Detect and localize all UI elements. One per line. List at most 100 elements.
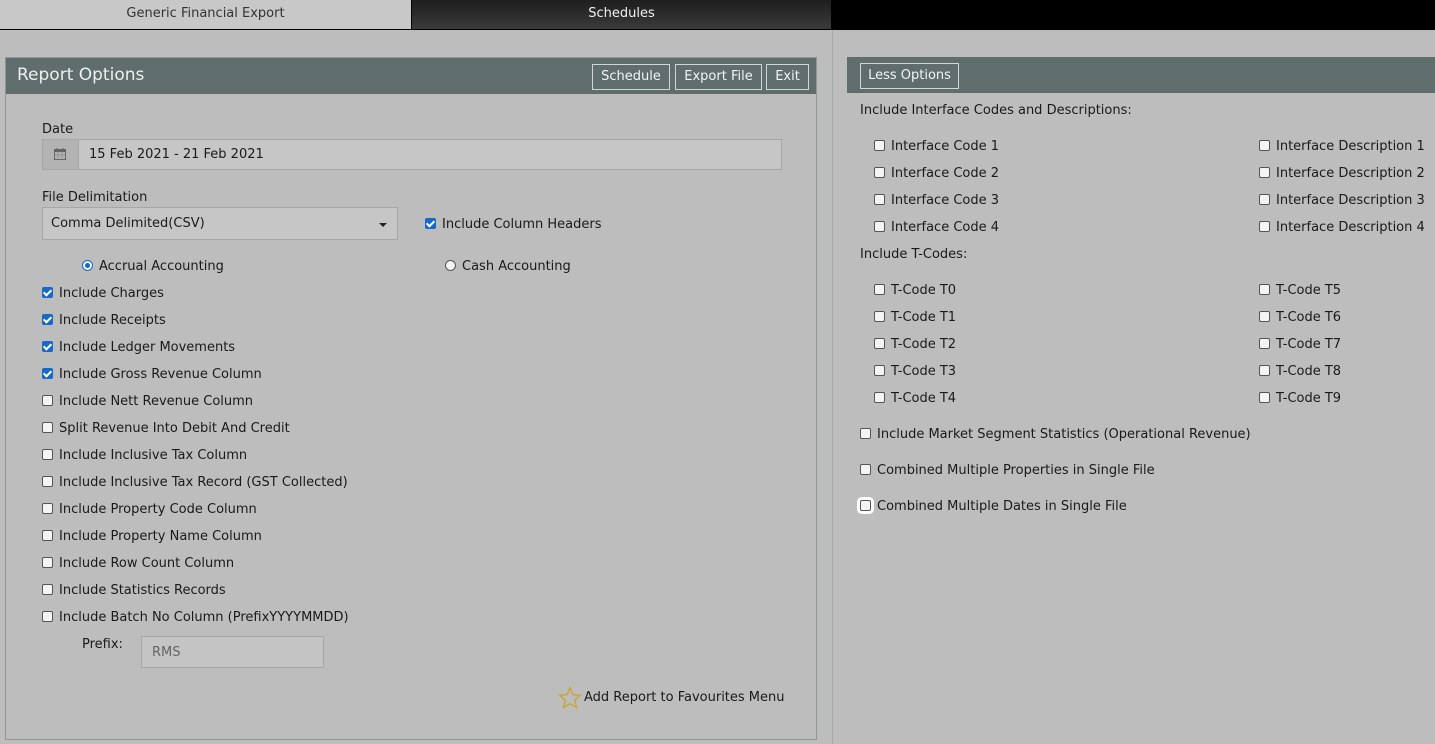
tcode-t1-checkbox[interactable]: T-Code T1 <box>874 309 956 327</box>
report-options-header: Report Options Schedule Export File Exit <box>6 58 816 94</box>
option-label: T-Code T9 <box>1276 391 1342 406</box>
report-options-panel: Report Options Schedule Export File Exit… <box>5 57 817 740</box>
file-delimitation-select[interactable]: Comma Delimited(CSV) <box>42 207 398 240</box>
option-label: Include Inclusive Tax Column <box>59 448 248 463</box>
option-label: T-Code T5 <box>1276 283 1342 298</box>
chevron-down-icon <box>379 223 387 227</box>
file-delimitation-value: Comma Delimited(CSV) <box>51 216 205 231</box>
interface-description-1-checkbox[interactable]: Interface Description 1 <box>1259 138 1425 156</box>
checkbox-icon <box>42 449 53 460</box>
tcode-t2-checkbox[interactable]: T-Code T2 <box>874 336 956 354</box>
checkbox-checked-icon <box>42 341 53 352</box>
checkbox-icon <box>1259 140 1270 151</box>
cash-accounting-radio[interactable]: Cash Accounting <box>445 258 571 276</box>
checkbox-icon <box>874 221 885 232</box>
cash-accounting-label: Cash Accounting <box>462 259 571 274</box>
option-include-nett-revenue-column[interactable]: Include Nett Revenue Column <box>42 393 253 411</box>
interface-code-2-checkbox[interactable]: Interface Code 2 <box>874 165 999 183</box>
option-include-row-count-column[interactable]: Include Row Count Column <box>42 555 234 573</box>
interface-code-4-checkbox[interactable]: Interface Code 4 <box>874 219 999 237</box>
checkbox-icon <box>42 584 53 595</box>
option-label: Include Batch No Column (PrefixYYYYMMDD) <box>59 610 349 625</box>
checkbox-icon <box>42 611 53 622</box>
interface-description-3-checkbox[interactable]: Interface Description 3 <box>1259 192 1425 210</box>
option-label: Split Revenue Into Debit And Credit <box>59 421 290 436</box>
include-column-headers-label: Include Column Headers <box>442 217 602 232</box>
checkbox-icon <box>860 464 871 475</box>
include-market-segment-statistics-checkbox[interactable]: Include Market Segment Statistics (Opera… <box>860 426 1251 444</box>
option-label: T-Code T4 <box>891 391 957 406</box>
option-label: Include Market Segment Statistics (Opera… <box>877 427 1251 442</box>
option-label: Include Gross Revenue Column <box>59 367 262 382</box>
tcode-t6-checkbox[interactable]: T-Code T6 <box>1259 309 1341 327</box>
option-include-charges[interactable]: Include Charges <box>42 285 164 303</box>
checkbox-icon <box>1259 194 1270 205</box>
option-label: Combined Multiple Properties in Single F… <box>877 463 1155 478</box>
add-to-favourites-link[interactable]: Add Report to Favourites Menu <box>557 685 785 711</box>
option-label: T-Code T7 <box>1276 337 1342 352</box>
tcode-t4-checkbox[interactable]: T-Code T4 <box>874 390 956 408</box>
tab-schedules[interactable]: Schedules <box>412 0 831 29</box>
interface-description-2-checkbox[interactable]: Interface Description 2 <box>1259 165 1425 183</box>
tcode-t0-checkbox[interactable]: T-Code T0 <box>874 282 956 300</box>
option-label: T-Code T6 <box>1276 310 1342 325</box>
schedule-button[interactable]: Schedule <box>592 64 670 90</box>
less-options-button[interactable]: Less Options <box>860 63 959 89</box>
option-include-statistics-records[interactable]: Include Statistics Records <box>42 582 226 600</box>
prefix-field[interactable] <box>141 636 324 668</box>
checkbox-checked-icon <box>425 218 436 229</box>
option-label: Include Ledger Movements <box>59 340 236 355</box>
option-label: T-Code T0 <box>891 283 957 298</box>
calendar-icon[interactable] <box>43 140 79 169</box>
date-range-value: 15 Feb 2021 - 21 Feb 2021 <box>89 147 264 162</box>
option-label: Include Inclusive Tax Record (GST Collec… <box>59 475 348 490</box>
checkbox-icon <box>860 500 871 511</box>
report-options-pane: Report Options Schedule Export File Exit… <box>0 30 831 744</box>
prefix-label: Prefix: <box>82 637 123 652</box>
option-include-ledger-movements[interactable]: Include Ledger Movements <box>42 339 235 357</box>
interface-code-1-checkbox[interactable]: Interface Code 1 <box>874 138 999 156</box>
checkbox-icon <box>1259 284 1270 295</box>
option-include-receipts[interactable]: Include Receipts <box>42 312 166 330</box>
option-include-inclusive-tax-record[interactable]: Include Inclusive Tax Record (GST Collec… <box>42 474 348 492</box>
checkbox-icon <box>874 338 885 349</box>
combined-multiple-properties-checkbox[interactable]: Combined Multiple Properties in Single F… <box>860 462 1155 480</box>
export-file-button[interactable]: Export File <box>675 64 762 90</box>
tcode-t9-checkbox[interactable]: T-Code T9 <box>1259 390 1341 408</box>
accrual-accounting-label: Accrual Accounting <box>99 259 224 274</box>
add-to-favourites-label: Add Report to Favourites Menu <box>584 690 785 705</box>
tcode-t5-checkbox[interactable]: T-Code T5 <box>1259 282 1341 300</box>
checkbox-icon <box>874 167 885 178</box>
option-label: Include Row Count Column <box>59 556 235 571</box>
tab-generic-financial-export[interactable]: Generic Financial Export <box>0 0 411 29</box>
accrual-accounting-radio[interactable]: Accrual Accounting <box>82 258 224 276</box>
option-include-property-code-column[interactable]: Include Property Code Column <box>42 501 257 519</box>
tcode-t3-checkbox[interactable]: T-Code T3 <box>874 363 956 381</box>
interface-description-4-checkbox[interactable]: Interface Description 4 <box>1259 219 1425 237</box>
tcode-t8-checkbox[interactable]: T-Code T8 <box>1259 363 1341 381</box>
tab-bar: Generic Financial Export Schedules <box>0 0 1435 30</box>
file-delimitation-label: File Delimitation <box>42 190 148 205</box>
combined-multiple-dates-checkbox[interactable]: Combined Multiple Dates in Single File <box>860 498 1127 516</box>
option-include-batch-no-column[interactable]: Include Batch No Column (PrefixYYYYMMDD) <box>42 609 349 627</box>
option-include-property-name-column[interactable]: Include Property Name Column <box>42 528 262 546</box>
checkbox-icon <box>874 194 885 205</box>
include-column-headers-checkbox[interactable]: Include Column Headers <box>425 216 601 234</box>
interface-codes-heading: Include Interface Codes and Descriptions… <box>860 103 1132 118</box>
checkbox-icon <box>42 395 53 406</box>
checkbox-icon <box>1259 221 1270 232</box>
option-include-inclusive-tax-column[interactable]: Include Inclusive Tax Column <box>42 447 247 465</box>
radio-unselected-icon <box>445 260 456 271</box>
option-include-gross-revenue-column[interactable]: Include Gross Revenue Column <box>42 366 262 384</box>
option-label: T-Code T8 <box>1276 364 1342 379</box>
date-range-field[interactable]: 15 Feb 2021 - 21 Feb 2021 <box>42 139 782 170</box>
date-label: Date <box>42 122 74 137</box>
option-split-revenue[interactable]: Split Revenue Into Debit And Credit <box>42 420 290 438</box>
exit-button[interactable]: Exit <box>766 64 809 90</box>
option-label: Interface Code 1 <box>891 139 1000 154</box>
prefix-input[interactable] <box>152 638 322 666</box>
checkbox-icon <box>42 530 53 541</box>
tcode-t7-checkbox[interactable]: T-Code T7 <box>1259 336 1341 354</box>
interface-code-3-checkbox[interactable]: Interface Code 3 <box>874 192 999 210</box>
checkbox-icon <box>874 392 885 403</box>
